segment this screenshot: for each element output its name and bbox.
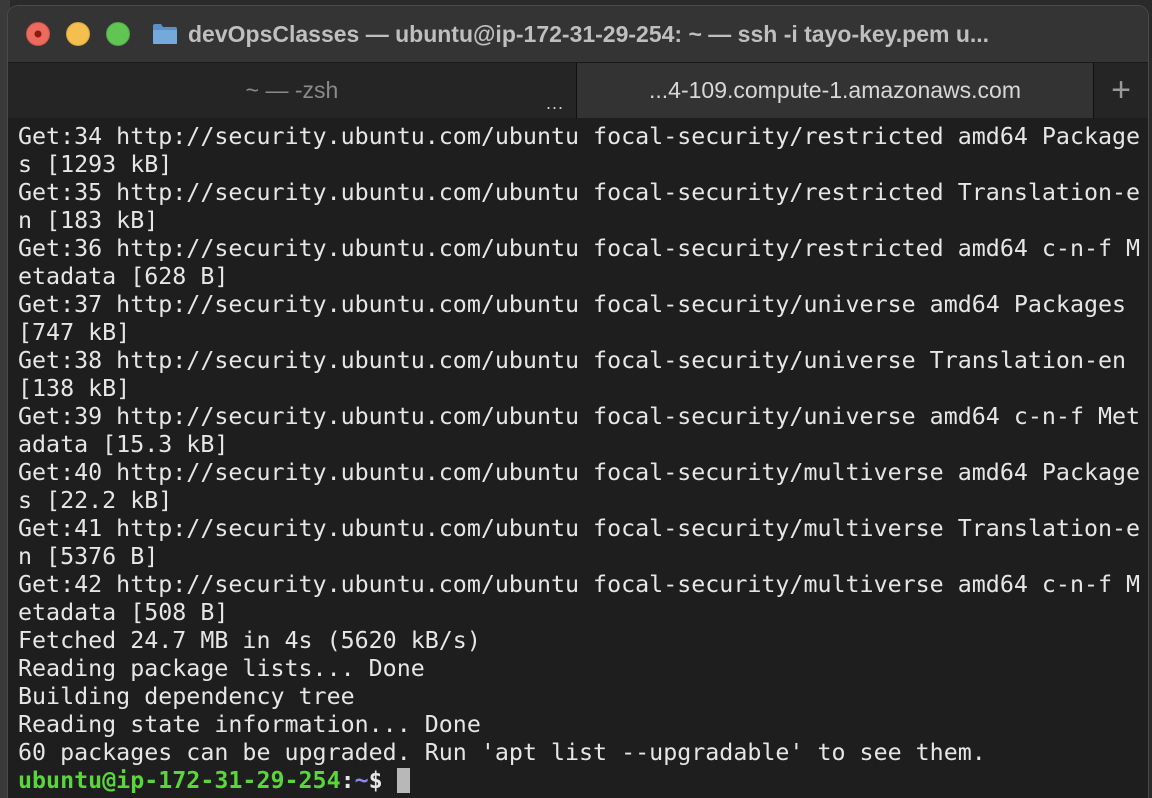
tab-label: ~ — -zsh	[245, 77, 339, 103]
terminal-line: Get:34 http://security.ubuntu.com/ubuntu…	[18, 123, 1141, 150]
terminal-line: Fetched 24.7 MB in 4s (5620 kB/s)	[18, 627, 481, 654]
title-bar[interactable]: devOpsClasses — ubuntu@ip-172-31-29-254:…	[8, 6, 1148, 62]
terminal-line: n [5376 B]	[18, 543, 159, 570]
prompt-separator: :	[340, 767, 355, 794]
minimize-icon[interactable]	[66, 22, 90, 46]
terminal-line: [747 kB]	[18, 319, 131, 346]
terminal-line: Get:37 http://security.ubuntu.com/ubuntu…	[18, 291, 1127, 318]
prompt-symbol: $	[368, 767, 383, 794]
terminal-line: Get:40 http://security.ubuntu.com/ubuntu…	[18, 459, 1141, 486]
folder-icon	[152, 23, 178, 45]
tab-zsh[interactable]: ~ — -zsh ...	[8, 63, 576, 118]
terminal-line: Get:42 http://security.ubuntu.com/ubuntu…	[18, 571, 1141, 598]
terminal-line: n [183 kB]	[18, 207, 159, 234]
prompt-user-host: ubuntu@ip-172-31-29-254	[18, 767, 341, 794]
terminal-line: Reading package lists... Done	[18, 655, 425, 682]
terminal-line: s [1293 kB]	[18, 151, 173, 178]
terminal-output[interactable]: Get:34 http://security.ubuntu.com/ubuntu…	[8, 119, 1148, 798]
terminal-line: 60 packages can be upgraded. Run 'apt li…	[18, 739, 986, 766]
shell-prompt[interactable]: ubuntu@ip-172-31-29-254:~$	[18, 767, 1148, 795]
plus-icon[interactable]: +	[1094, 63, 1148, 118]
window-controls	[26, 22, 130, 46]
prompt-path: ~	[354, 767, 369, 794]
tab-bar: ~ — -zsh ... ...4-109.compute-1.amazonaw…	[8, 62, 1148, 119]
tab-label: ...4-109.compute-1.amazonaws.com	[648, 77, 1021, 103]
text-cursor	[396, 768, 410, 793]
window-title: devOpsClasses — ubuntu@ip-172-31-29-254:…	[188, 20, 990, 47]
terminal-line: Building dependency tree	[18, 683, 355, 710]
terminal-line: etadata [628 B]	[18, 263, 229, 290]
terminal-window: devOpsClasses — ubuntu@ip-172-31-29-254:…	[8, 6, 1148, 798]
tab-overflow-indicator: ...	[545, 93, 564, 113]
tab-ssh-session[interactable]: ...4-109.compute-1.amazonaws.com	[577, 63, 1093, 118]
terminal-line: Get:41 http://security.ubuntu.com/ubuntu…	[18, 515, 1141, 542]
terminal-line: Get:38 http://security.ubuntu.com/ubuntu…	[18, 347, 1127, 374]
terminal-line: Get:35 http://security.ubuntu.com/ubuntu…	[18, 179, 1141, 206]
terminal-line: Get:36 http://security.ubuntu.com/ubuntu…	[18, 235, 1141, 262]
terminal-line: adata [15.3 kB]	[18, 431, 229, 458]
terminal-line: Get:39 http://security.ubuntu.com/ubuntu…	[18, 403, 1141, 430]
terminal-line: etadata [508 B]	[18, 599, 229, 626]
terminal-line: [138 kB]	[18, 375, 131, 402]
terminal-line: Reading state information... Done	[18, 711, 481, 738]
maximize-icon[interactable]	[106, 22, 130, 46]
close-icon[interactable]	[26, 22, 50, 46]
terminal-line: s [22.2 kB]	[18, 487, 173, 514]
